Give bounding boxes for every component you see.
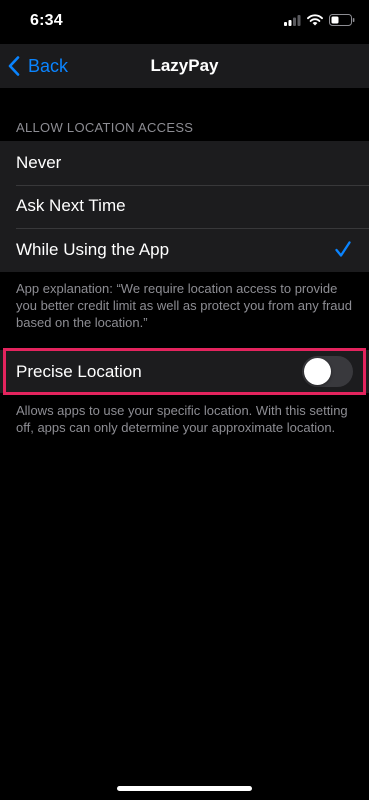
- option-label: Ask Next Time: [16, 196, 126, 216]
- status-bar: 6:34: [0, 0, 369, 44]
- toggle-knob: [304, 358, 331, 385]
- option-while-using-app[interactable]: While Using the App: [0, 228, 369, 272]
- option-label: While Using the App: [16, 239, 170, 259]
- page-title: LazyPay: [150, 56, 219, 75]
- app-explanation: App explanation: “We require location ac…: [16, 281, 352, 330]
- navigation-bar: Back LazyPay: [0, 44, 369, 88]
- option-ask-next-time[interactable]: Ask Next Time: [0, 184, 369, 229]
- battery-icon: [329, 13, 355, 31]
- precise-location-description: Allows apps to use your specific locatio…: [16, 403, 348, 435]
- home-indicator[interactable]: [117, 786, 252, 791]
- signal-icon: [284, 13, 301, 31]
- option-never[interactable]: Never: [0, 141, 369, 185]
- precise-location-label: Precise Location: [16, 361, 142, 381]
- precise-location-toggle[interactable]: [302, 356, 353, 387]
- status-time: 6:34: [30, 12, 63, 29]
- option-label: Never: [16, 152, 62, 172]
- precise-location-group: Precise Location: [0, 350, 369, 393]
- wifi-icon: [307, 13, 323, 31]
- section-header-location-access: ALLOW LOCATION ACCESS: [16, 120, 194, 135]
- precise-location-row: Precise Location: [0, 350, 369, 393]
- status-icons: [284, 13, 355, 31]
- checkmark-icon: [335, 241, 351, 263]
- location-options-group: Never Ask Next Time While Using the App: [0, 141, 369, 272]
